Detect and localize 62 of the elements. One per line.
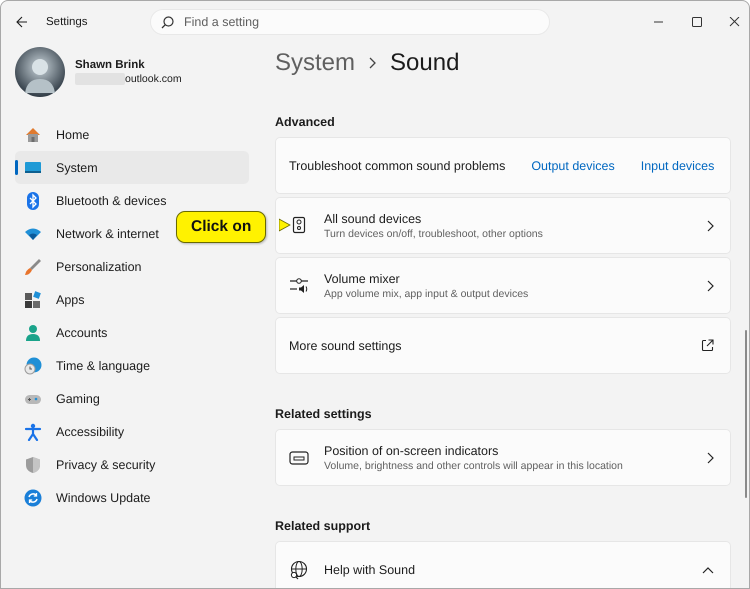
sidebar-item[interactable]: Personalization <box>15 250 249 283</box>
section-heading: Advanced <box>275 115 336 129</box>
volume-mixer-icon <box>289 276 309 296</box>
setting-card[interactable]: Volume mixer App volume mix, app input & output devices <box>275 257 732 314</box>
user-email: outlook.com <box>125 73 182 85</box>
chevron-right-icon[interactable] <box>706 452 714 464</box>
globe-search-icon <box>289 560 309 580</box>
card-title: More sound settings <box>289 338 403 352</box>
shield-icon <box>24 456 42 474</box>
search-field[interactable]: Find a setting <box>150 9 550 35</box>
apps-icon <box>24 290 42 308</box>
card-title: All sound devices <box>324 212 422 226</box>
bluetooth-icon <box>24 192 42 210</box>
setting-card[interactable]: Troubleshoot common sound problems Output devices Input devices <box>275 137 732 194</box>
card-title: Volume mixer <box>324 272 401 286</box>
sidebar-item[interactable]: Windows Update <box>15 481 249 514</box>
setting-card[interactable]: All sound devices Turn devices on/off, troubleshoot, other options <box>275 197 732 254</box>
card-description: Volume, brightness and other controls will appear in this location <box>324 460 624 472</box>
setting-card[interactable]: Position of on-screen indicators Volume, brightness and other controls will appear in this location <box>275 429 732 486</box>
breadcrumb-link[interactable]: System <box>275 49 356 77</box>
external-link-icon[interactable] <box>701 339 714 352</box>
close-icon <box>728 17 740 27</box>
sidebar-item[interactable]: Privacy & security <box>15 448 249 481</box>
sidebar-item[interactable]: Home <box>15 118 249 151</box>
setting-card[interactable]: More sound settings <box>275 317 732 374</box>
setting-card[interactable]: Help with Sound <box>275 541 732 588</box>
chevron-right-icon[interactable] <box>706 220 714 232</box>
card-title: Help with Sound <box>324 562 416 576</box>
card-title: Troubleshoot common sound problems <box>289 158 506 172</box>
sidebar-item[interactable]: Gaming <box>15 382 249 415</box>
sidebar-item[interactable]: Accessibility <box>15 415 249 448</box>
callout-tooltip: Click on <box>176 211 266 243</box>
section-heading: Related support <box>275 519 372 533</box>
maximize-icon <box>690 17 702 27</box>
back-arrow-icon[interactable] <box>16 16 28 28</box>
sidebar-item[interactable]: Time & language <box>15 349 249 382</box>
card-description: Turn devices on/off, troubleshoot, other options <box>324 228 544 240</box>
clock-globe-icon <box>24 356 42 374</box>
card-title: Position of on-screen indicators <box>324 444 500 458</box>
user-name: Shawn Brink <box>75 59 146 71</box>
chevron-right-icon[interactable] <box>706 280 714 292</box>
home-icon <box>24 126 42 144</box>
sidebar-item[interactable]: Accounts <box>15 316 249 349</box>
card-description: App volume mix, app input & output devices <box>324 288 530 300</box>
avatar-icon <box>15 47 65 97</box>
window-title: Settings <box>46 16 89 28</box>
paintbrush-icon <box>24 258 42 276</box>
page-title: Sound <box>390 49 460 77</box>
scrollbar[interactable] <box>745 330 747 498</box>
link[interactable]: Output devices <box>531 158 615 172</box>
search-icon <box>161 16 174 29</box>
person-icon <box>24 324 42 342</box>
chevron-right-icon <box>369 57 376 69</box>
update-icon <box>24 488 42 506</box>
section-heading: Related settings <box>275 407 373 421</box>
selection-indicator <box>15 160 18 175</box>
chevron-up-icon[interactable] <box>702 566 714 574</box>
sidebar-item[interactable]: System <box>15 151 249 184</box>
accessibility-icon <box>24 422 42 440</box>
callout-pointer-icon <box>279 218 291 232</box>
sidebar-item[interactable]: Apps <box>15 283 249 316</box>
link[interactable]: Input devices <box>640 158 714 172</box>
